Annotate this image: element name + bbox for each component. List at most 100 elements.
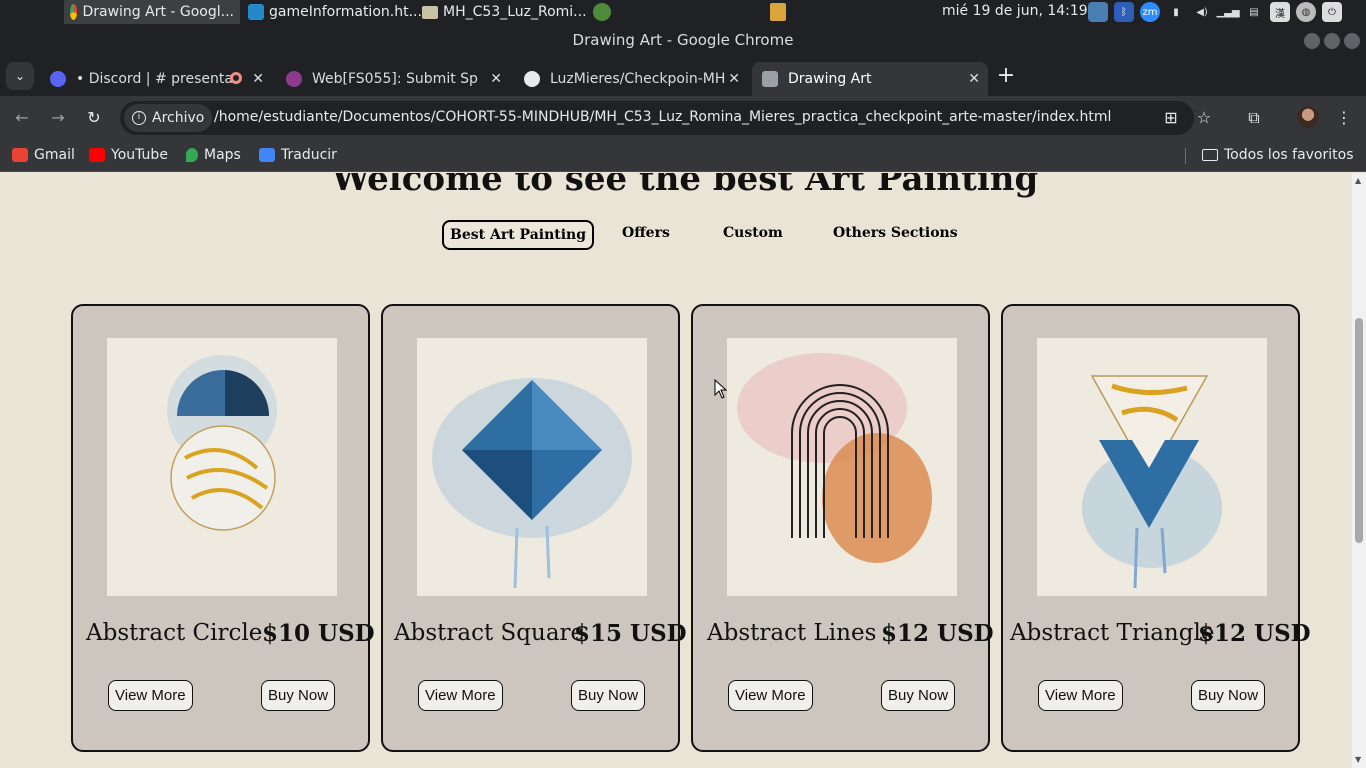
product-card: Abstract Circle $10 USD View More Buy No… (71, 304, 375, 752)
tab-discord[interactable]: • Discord | # presenta ✕ (40, 62, 272, 96)
bookmark-label: YouTube (111, 147, 168, 163)
site-info-label: Archivo (152, 110, 205, 126)
bluetooth-icon[interactable]: ᛒ (1114, 2, 1134, 22)
maps-icon (186, 148, 198, 162)
forward-icon[interactable]: → (46, 106, 70, 130)
tab-github[interactable]: LuzMieres/Checkpoin-MH ✕ (514, 62, 748, 96)
buy-now-button[interactable]: Buy Now (881, 680, 956, 711)
product-name: Abstract Lines (707, 620, 877, 646)
view-more-button[interactable]: View More (728, 680, 813, 711)
bookmark-youtube[interactable]: YouTube (89, 147, 168, 163)
clipboard-icon[interactable]: ▤ (1244, 2, 1264, 22)
system-tray: ᛒ zm ▮ ◀) ▁▃▅ ▤ 漢 ◍ ⏻ (1088, 2, 1342, 22)
close-icon[interactable]: ✕ (968, 71, 980, 87)
product-image[interactable] (417, 338, 647, 596)
discord-icon (50, 71, 66, 87)
keyboard-layout-icon[interactable]: 漢 (1270, 2, 1290, 22)
more-menu-icon[interactable]: ⋮ (1332, 106, 1356, 130)
app-shield-icon[interactable] (593, 3, 611, 21)
buy-now-button[interactable]: Buy Now (1191, 680, 1266, 711)
product-image[interactable] (727, 338, 957, 596)
network-icon[interactable] (1088, 2, 1108, 22)
minimize-icon[interactable] (1304, 33, 1320, 49)
taskbar-item-label: Drawing Art - Googl... (82, 4, 234, 20)
tab-drawing-art[interactable]: Drawing Art ✕ (752, 62, 988, 96)
folder-icon (422, 5, 438, 19)
volume-icon[interactable]: ◀) (1192, 2, 1212, 22)
translate-page-icon[interactable]: ⊞ (1160, 107, 1182, 129)
microphone-icon[interactable]: ▮ (1166, 2, 1186, 22)
taskbar-item-label: gameInformation.ht... (269, 4, 422, 20)
buy-now-button[interactable]: Buy Now (261, 680, 336, 711)
translate-icon (259, 148, 275, 162)
product-name: Abstract Circle (86, 620, 263, 646)
bookmark-label: Gmail (34, 147, 75, 163)
site-info-chip[interactable]: i Archivo (124, 104, 213, 132)
browser-toolbar: ← → ↻ i Archivo /home/estudiante/Documen… (0, 96, 1366, 140)
profile-avatar[interactable] (1297, 106, 1319, 128)
product-price: $15 USD (574, 620, 687, 647)
scroll-up-icon[interactable]: ▲ (1355, 176, 1361, 185)
bookmark-label: Maps (204, 147, 241, 163)
extensions-icon[interactable]: ⧉ (1242, 106, 1266, 130)
all-bookmarks-label: Todos los favoritos (1224, 147, 1354, 163)
product-price: $12 USD (881, 620, 994, 647)
bookmark-gmail[interactable]: Gmail (12, 147, 75, 163)
zoom-icon[interactable]: zm (1140, 2, 1160, 22)
archive-icon[interactable] (770, 3, 786, 21)
page-scrollbar[interactable]: ▲ ▼ (1352, 173, 1366, 768)
view-more-button[interactable]: View More (1038, 680, 1123, 711)
tab-search-button[interactable]: ⌄ (6, 62, 34, 90)
power-icon[interactable]: ⏻ (1322, 2, 1342, 22)
scroll-down-icon[interactable]: ▼ (1355, 755, 1361, 764)
nav-custom[interactable]: Custom (723, 225, 783, 241)
product-name: Abstract Triangle (1010, 620, 1215, 646)
new-tab-button[interactable]: + (994, 62, 1018, 90)
mouse-cursor-icon (714, 379, 728, 399)
system-clock[interactable]: mié 19 de jun, 14:19 (942, 3, 1088, 19)
buy-now-button[interactable]: Buy Now (571, 680, 646, 711)
all-bookmarks-button[interactable]: Todos los favoritos (1202, 147, 1354, 163)
bookmark-maps[interactable]: Maps (186, 147, 241, 163)
web-icon (286, 71, 302, 87)
view-more-button[interactable]: View More (418, 680, 503, 711)
tab-web-submit[interactable]: Web[FS055]: Submit Sp ✕ (276, 62, 510, 96)
product-name: Abstract Square (394, 620, 585, 646)
bookmark-star-icon[interactable]: ☆ (1193, 107, 1215, 129)
product-image[interactable] (1037, 338, 1267, 596)
address-bar[interactable]: i Archivo /home/estudiante/Documentos/CO… (120, 101, 1211, 135)
close-icon[interactable]: ✕ (490, 71, 502, 87)
product-card: Abstract Triangle $12 USD View More Buy … (1001, 304, 1311, 752)
product-card: Abstract Square $15 USD View More Buy No… (381, 304, 687, 752)
window-title: Drawing Art - Google Chrome (572, 31, 794, 49)
nav-best-art-painting[interactable]: Best Art Painting (442, 220, 595, 250)
url-text[interactable]: /home/estudiante/Documentos/COHORT-55-MI… (214, 109, 1111, 125)
view-more-button[interactable]: View More (108, 680, 193, 711)
close-icon[interactable]: ✕ (728, 71, 740, 87)
bookmark-translate[interactable]: Traducir (259, 147, 337, 163)
nav-others-sections[interactable]: Others Sections (833, 225, 958, 241)
maximize-icon[interactable] (1324, 33, 1340, 49)
tab-label: Drawing Art (788, 71, 872, 87)
folder-icon (1202, 149, 1218, 161)
chrome-icon (70, 4, 78, 20)
product-price: $10 USD (262, 620, 375, 647)
tab-strip: ⌄ • Discord | # presenta ✕ Web[FS055]: S… (0, 56, 1366, 96)
close-icon[interactable]: ✕ (252, 71, 264, 87)
taskbar-item-folder[interactable]: MH_C53_Luz_Romi... (416, 0, 593, 24)
taskbar-item-chrome[interactable]: Drawing Art - Googl... (64, 0, 240, 24)
scroll-thumb[interactable] (1355, 318, 1363, 543)
page-heading: Welcome to see the best Art Painting (331, 173, 1039, 199)
reload-icon[interactable]: ↻ (82, 106, 106, 130)
globe-icon[interactable]: ◍ (1296, 2, 1316, 22)
taskbar-item-vscode[interactable]: gameInformation.ht... (242, 0, 428, 24)
nav-offers[interactable]: Offers (622, 225, 670, 241)
plus-icon: + (996, 63, 1016, 88)
close-window-icon[interactable] (1344, 33, 1360, 49)
back-icon[interactable]: ← (10, 106, 34, 130)
product-image[interactable] (107, 338, 337, 596)
info-icon: i (132, 111, 146, 125)
os-top-panel: Drawing Art - Googl... gameInformation.h… (0, 0, 1366, 24)
bookmarks-divider (1185, 148, 1186, 164)
signal-icon[interactable]: ▁▃▅ (1216, 2, 1239, 22)
